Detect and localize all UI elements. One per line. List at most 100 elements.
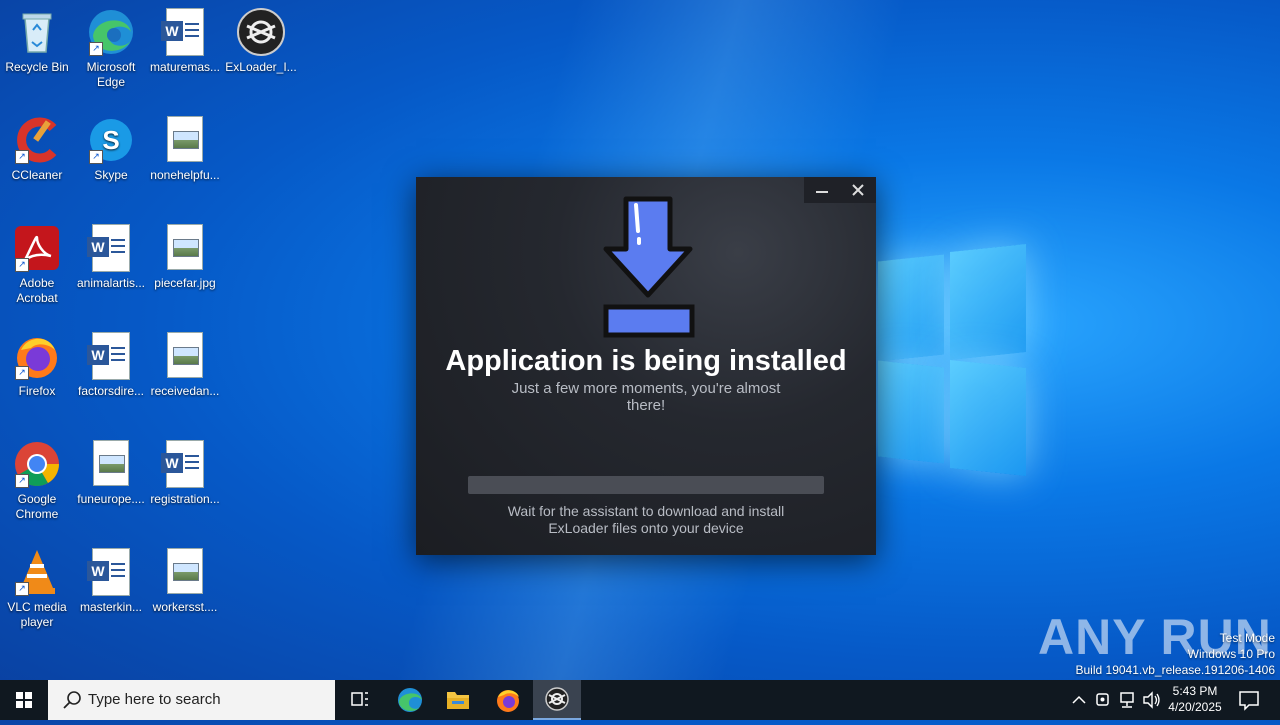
firefox-icon [497,690,519,712]
desktop-icon-word-doc[interactable]: W masterkin... [75,548,147,615]
download-arrow-icon [603,196,695,338]
desktop-icon-word-doc[interactable]: W maturemas... [149,8,221,75]
desktop-icon-image-file[interactable]: receivedan... [149,332,221,399]
search-placeholder: Type here to search [88,691,221,708]
icon-label: animalartis... [76,276,146,290]
start-button[interactable] [0,680,48,720]
icon-label: piecefar.jpg [154,276,216,290]
installer-window: Application is being installed Just a fe… [416,177,876,555]
image-file-icon [161,224,209,272]
icon-label: receivedan... [150,384,220,398]
image-file-icon [161,548,209,596]
icon-label: Recycle Bin [5,60,69,74]
desktop-icon-image-file[interactable]: workersst.... [149,548,221,615]
icon-label: Firefox [18,384,56,398]
network-icon [1120,692,1134,708]
icon-label: factorsdire... [77,384,145,398]
volume-icon [1143,691,1160,709]
close-button[interactable] [840,177,876,203]
install-title: Application is being installed [445,345,847,377]
edge-icon: ↗ [87,8,135,56]
minimize-icon [816,191,828,193]
desktop-icon-skype[interactable]: S ↗ Skype [75,116,147,183]
icon-label: nonehelpfu... [150,168,220,182]
desktop-icon-vlc[interactable]: ↗ VLC media player [1,548,73,630]
notification-icon [1239,691,1259,711]
taskbar-firefox-button[interactable] [484,680,532,720]
desktop-icon-chrome[interactable]: ↗ Google Chrome [1,440,73,522]
taskbar: Type here to search 5:43 PM 4/20/2025 [0,680,1280,720]
shortcut-arrow-icon: ↗ [15,474,29,488]
show-hidden-icons-button[interactable] [1068,680,1090,720]
desktop-icon-recycle-bin[interactable]: Recycle Bin [1,8,73,75]
icon-label: Skype [94,168,128,182]
recycle-bin-icon [13,8,61,56]
test-mode-text: Test Mode Windows 10 Pro Build 19041.vb_… [1076,630,1276,678]
icon-label: workersst.... [152,600,218,614]
desktop-icon-image-file[interactable]: nonehelpfu... [149,116,221,183]
desktop-icon-word-doc[interactable]: W factorsdire... [75,332,147,399]
desktop-icon-firefox[interactable]: ↗ Firefox [1,332,73,399]
desktop-icon-word-doc[interactable]: W animalartis... [75,224,147,291]
test-mode-line: Test Mode [1219,631,1275,645]
taskbar-file-explorer-button[interactable] [434,680,482,720]
minimize-button[interactable] [804,177,840,203]
desktop-icon-exloader[interactable]: ExLoader_I... [225,8,297,75]
shortcut-arrow-icon: ↗ [15,150,29,164]
install-progress-bar [468,476,824,494]
desktop-icon-adobe-acrobat[interactable]: ↗ Adobe Acrobat [1,224,73,306]
word-document-icon: W [87,332,135,380]
close-icon [852,184,864,196]
taskbar-search-box[interactable]: Type here to search [48,680,335,720]
clock-time: 5:43 PM [1172,684,1218,698]
tray-app-icon [1096,693,1109,706]
word-document-icon: W [161,8,209,56]
taskbar-edge-button[interactable] [386,680,434,720]
desktop-icon-image-file[interactable]: funeurope.... [75,440,147,507]
icon-label: masterkin... [79,600,142,614]
folder-icon [447,692,469,709]
volume-button[interactable] [1140,680,1162,720]
desktop-icon-ccleaner[interactable]: ↗ CCleaner [1,116,73,183]
action-center-button[interactable] [1234,680,1264,720]
word-document-icon: W [87,224,135,272]
icon-label: Adobe Acrobat [16,276,58,305]
tray-app-button[interactable] [1092,680,1114,720]
ccleaner-icon: ↗ [13,116,61,164]
desktop-icon-word-doc[interactable]: W registration... [149,440,221,507]
svg-text:S: S [102,125,119,155]
shortcut-arrow-icon: ↗ [15,258,29,272]
edge-icon [398,688,422,712]
shortcut-arrow-icon: ↗ [15,582,29,596]
image-file-icon [87,440,135,488]
image-file-icon [161,332,209,380]
word-document-icon: W [87,548,135,596]
chevron-up-icon [1072,695,1086,704]
chrome-icon: ↗ [13,440,61,488]
network-button[interactable] [1116,680,1138,720]
icon-label: VLC media player [7,600,67,629]
desktop-icon-edge[interactable]: ↗ Microsoft Edge [75,8,147,90]
desktop-icon-image-file[interactable]: piecefar.jpg [149,224,221,291]
taskbar-exloader-button[interactable] [533,680,581,720]
install-subtitle: Just a few more moments, you're almost t… [511,380,781,414]
exloader-icon [545,687,569,711]
word-document-icon: W [161,440,209,488]
exloader-icon [237,8,285,56]
icon-label: registration... [150,492,220,506]
windows-logo-wallpaper [870,240,1030,480]
icon-label: funeurope.... [77,492,145,506]
icon-label: maturemas... [149,60,221,74]
taskbar-clock[interactable]: 5:43 PM 4/20/2025 [1160,683,1230,715]
icon-label: CCleaner [11,168,63,182]
install-footer-text: Wait for the assistant to download and i… [507,503,785,536]
build-line: Build 19041.vb_release.191206-1406 [1075,663,1276,677]
task-view-button[interactable] [336,680,384,720]
windows-start-icon [16,692,32,708]
search-icon [63,691,81,709]
icon-label: Microsoft Edge [86,60,136,89]
shortcut-arrow-icon: ↗ [89,150,103,164]
skype-icon: S ↗ [87,116,135,164]
vlc-icon: ↗ [13,548,61,596]
firefox-icon: ↗ [13,332,61,380]
